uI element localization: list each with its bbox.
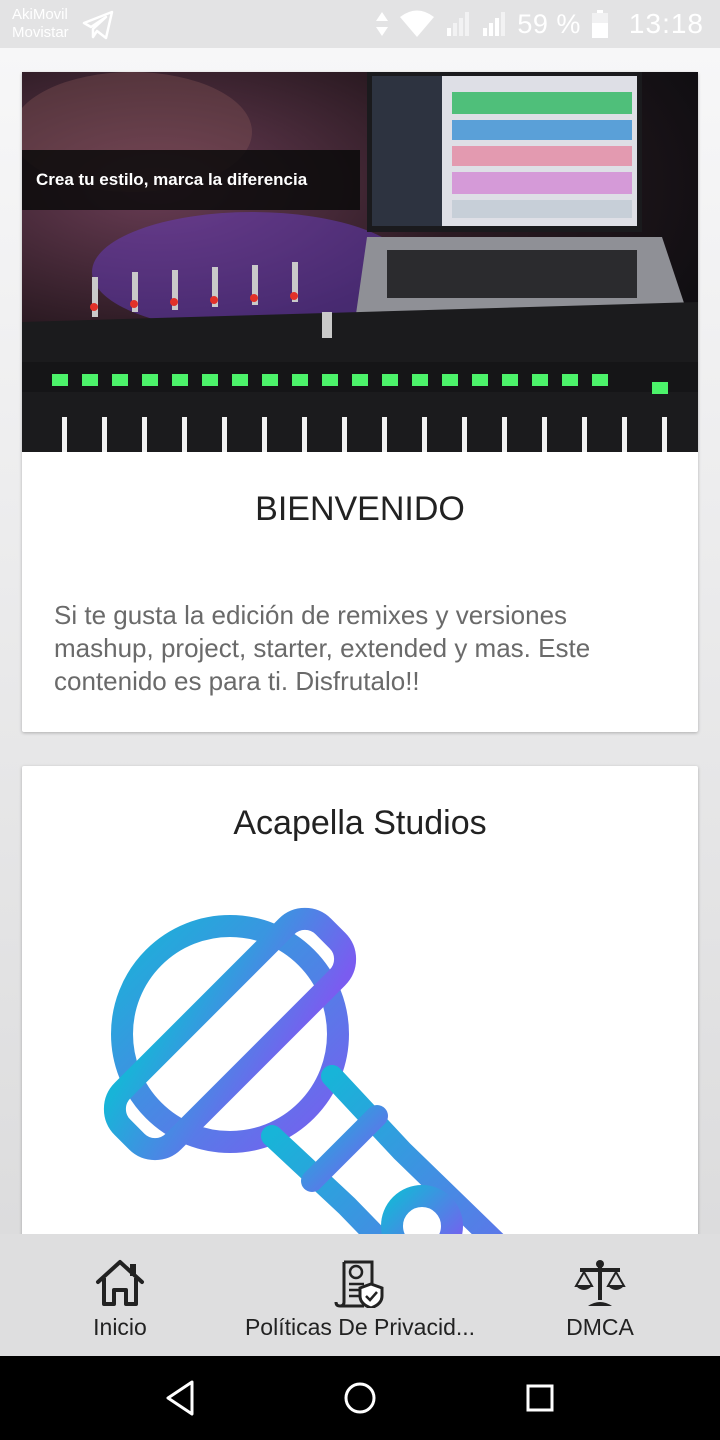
nav-item-dmca[interactable]: DMCA	[540, 1234, 660, 1356]
acapella-studios-card[interactable]: Acapella Studios	[22, 766, 698, 1234]
hero-image: Crea tu estilo, marca la diferencia	[22, 72, 698, 452]
scales-icon	[574, 1260, 626, 1306]
telegram-notification-icon	[82, 10, 114, 40]
nav-item-privacy-policy[interactable]: Políticas De Privacid...	[232, 1234, 488, 1356]
content-area[interactable]: Crea tu estilo, marca la diferencia BIEN…	[0, 48, 720, 1234]
hero-caption: Crea tu estilo, marca la diferencia	[22, 150, 360, 210]
status-bar: AkiMovil Movistar 59 % 13:18	[0, 0, 720, 48]
mixing-console-illustration	[22, 72, 698, 452]
nav-label-privacy-policy: Políticas De Privacid...	[244, 1314, 476, 1340]
nav-label-inicio: Inicio	[93, 1314, 147, 1340]
home-icon	[96, 1260, 144, 1306]
nav-item-inicio[interactable]: Inicio	[60, 1234, 180, 1356]
battery-percentage: 59 %	[517, 8, 581, 39]
signal-sim1-icon	[447, 12, 470, 36]
data-arrows-icon	[376, 12, 389, 36]
privacy-policy-icon	[334, 1260, 384, 1308]
studio-title: Acapella Studios	[233, 804, 487, 842]
signal-sim2-icon	[483, 12, 506, 36]
welcome-text: Si te gusta la edición de remixes y vers…	[54, 600, 591, 696]
nav-label-dmca: DMCA	[566, 1314, 634, 1340]
welcome-title: BIENVENIDO	[255, 490, 465, 528]
bottom-navigation: Inicio Políticas De Privacid... DMCA	[0, 1234, 720, 1356]
back-icon[interactable]	[164, 1378, 196, 1418]
wifi-icon	[400, 10, 435, 37]
carrier-name: AkiMovil Movistar	[12, 6, 69, 41]
welcome-card: Crea tu estilo, marca la diferencia BIEN…	[22, 72, 698, 732]
system-navigation-bar	[0, 1356, 720, 1440]
home-circle-icon[interactable]	[342, 1378, 378, 1418]
clock: 13:18	[628, 8, 704, 39]
battery-icon	[591, 10, 608, 38]
recents-icon[interactable]	[524, 1378, 556, 1418]
microphone-icon	[103, 907, 504, 1234]
